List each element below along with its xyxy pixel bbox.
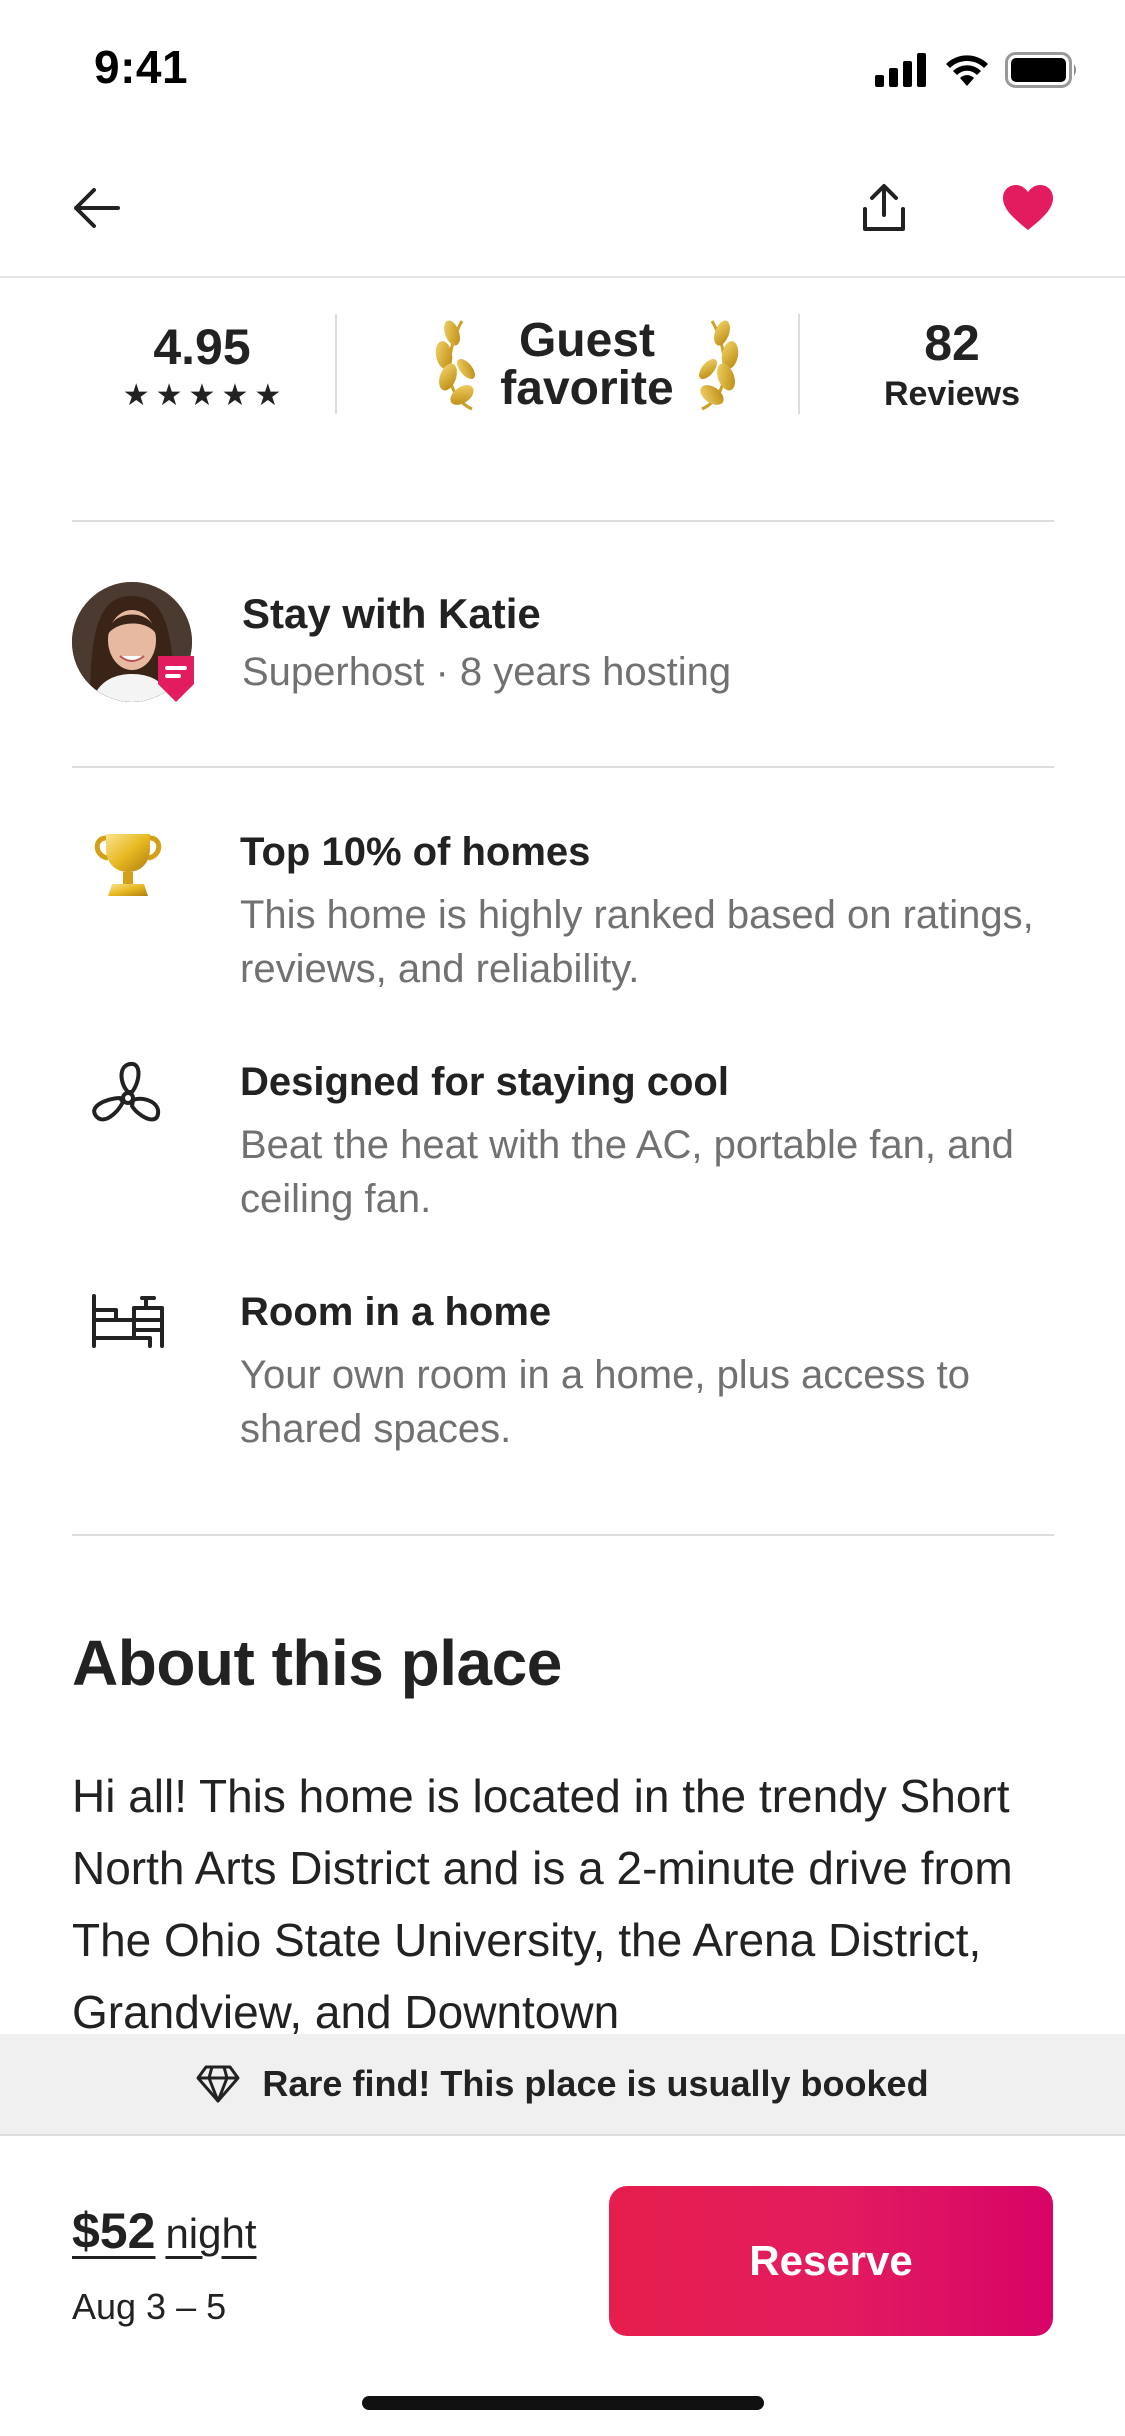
wifi-icon: [946, 55, 988, 86]
about-title: About this place: [72, 1627, 562, 1699]
host-name: Stay with Katie: [242, 590, 541, 637]
section-divider: [72, 766, 1054, 768]
trophy-icon: [88, 830, 168, 910]
rating-score: 4.95 ★ ★ ★ ★ ★: [102, 300, 302, 430]
highlight-item: Room in a home Your own room in a home, …: [72, 1290, 1054, 1460]
laurel-left-icon: [436, 320, 476, 411]
rating-summary: 4.95 ★ ★ ★ ★ ★ Guest favorite 82 Reviews: [72, 300, 1054, 430]
rating-value: 4.95: [153, 318, 251, 375]
status-icons: [875, 52, 1079, 88]
star-icon: ★: [221, 378, 249, 412]
highlight-item: Top 10% of homes This home is highly ran…: [72, 830, 1054, 1000]
rare-find-banner: Rare find! This place is usually booked: [0, 2034, 1125, 2134]
highlight-description: Your own room in a home, plus access to …: [240, 1353, 971, 1451]
heart-filled-icon: [1003, 185, 1053, 230]
highlight-title: Top 10% of homes: [240, 830, 591, 874]
guest-favorite-label: Guest favorite: [500, 317, 673, 413]
share-button[interactable]: [846, 170, 922, 246]
bed-icon: [88, 1290, 168, 1370]
highlight-description: Beat the heat with the AC, portable fan,…: [240, 1123, 1014, 1221]
status-time: 9:41: [94, 41, 189, 93]
highlight-title: Designed for staying cool: [240, 1060, 729, 1104]
battery-icon: [1005, 52, 1076, 88]
divider: [798, 314, 800, 414]
guest-favorite-line1: Guest: [518, 314, 655, 367]
star-icon: ★: [155, 378, 183, 412]
booking-footer: $52 night Aug 3 – 5 Reserve: [0, 2134, 1125, 2436]
highlight-title: Room in a home: [240, 1290, 552, 1334]
reviews-summary[interactable]: 82 Reviews: [852, 300, 1052, 430]
highlight-item: Designed for staying cool Beat the heat …: [72, 1060, 1054, 1230]
highlight-description: This home is highly ranked based on rati…: [240, 893, 1034, 991]
star-rating: ★ ★ ★ ★ ★: [122, 378, 282, 412]
share-icon: [863, 184, 905, 231]
home-indicator[interactable]: [362, 2396, 764, 2410]
star-icon: ★: [122, 378, 150, 412]
diamond-icon: [196, 2065, 240, 2103]
reserve-button[interactable]: Reserve: [609, 2186, 1053, 2336]
cellular-signal-icon: [875, 53, 926, 87]
about-text: Hi all! This home is located in the tren…: [72, 1770, 1013, 2038]
star-icon: ★: [254, 378, 282, 412]
reviews-label: Reviews: [883, 375, 1021, 413]
back-arrow-icon: [74, 188, 120, 228]
rare-find-text: Rare find! This place is usually booked: [262, 2063, 929, 2104]
host-meta: Superhost · 8 years hosting: [242, 650, 732, 694]
price-unit: night: [165, 2210, 257, 2257]
reviews-count: 82: [924, 315, 980, 371]
superhost-badge-icon: [158, 656, 194, 702]
back-button[interactable]: [58, 170, 134, 246]
section-divider: [72, 520, 1054, 522]
laurel-right-icon: [698, 320, 738, 411]
status-bar: 9:41: [0, 0, 1125, 140]
price-amount: $52: [72, 2203, 156, 2259]
guest-favorite-badge: Guest favorite: [392, 308, 782, 422]
fan-icon: [88, 1060, 168, 1140]
star-icon: ★: [188, 378, 216, 412]
host-row[interactable]: Stay with Katie Superhost · 8 years host…: [72, 582, 1054, 708]
section-divider: [72, 1534, 1054, 1536]
stay-dates[interactable]: Aug 3 – 5: [72, 2286, 226, 2328]
divider: [335, 314, 337, 414]
guest-favorite-line2: favorite: [500, 362, 674, 415]
price-link[interactable]: $52 night: [72, 2202, 257, 2260]
nav-header: [0, 140, 1125, 278]
save-heart-button[interactable]: [990, 170, 1066, 246]
